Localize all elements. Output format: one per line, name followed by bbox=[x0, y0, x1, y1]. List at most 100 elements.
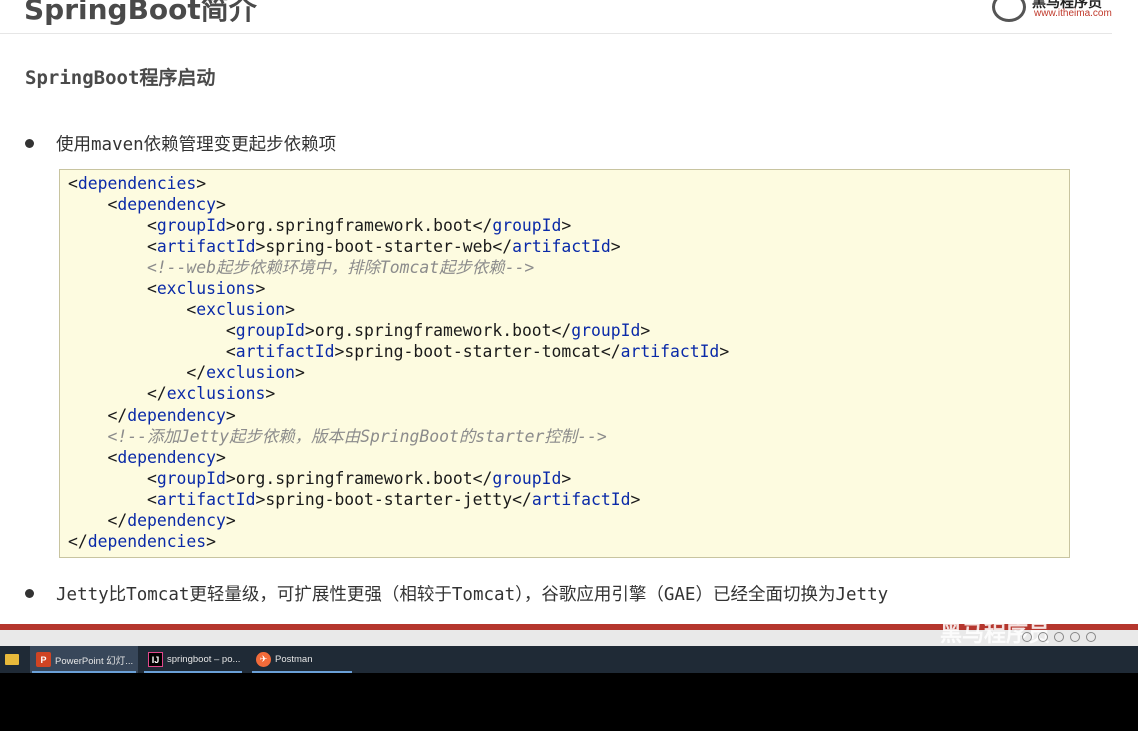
slide-title: SpringBoot简介 bbox=[24, 0, 257, 26]
taskbar-item-label: PowerPoint 幻灯... bbox=[55, 655, 134, 667]
taskbar-item-label: Postman bbox=[275, 654, 313, 665]
intellij-idea-icon: IJ bbox=[148, 652, 163, 667]
code-text: >spring-boot-starter-tomcat</ bbox=[334, 342, 621, 362]
code-text: </ bbox=[68, 531, 88, 551]
code-line: </exclusion> bbox=[68, 362, 729, 383]
code-line: <groupId>org.springframework.boot</group… bbox=[68, 468, 729, 489]
slide-menu-icon[interactable] bbox=[1054, 632, 1064, 642]
code-line: <artifactId>spring-boot-starter-tomcat</… bbox=[68, 341, 729, 362]
xml-tag-name: groupId bbox=[235, 321, 305, 341]
windows-taskbar: P PowerPoint 幻灯... IJ springboot – po...… bbox=[0, 646, 1138, 673]
code-text: > bbox=[640, 321, 651, 341]
xml-tag-name: artifactId bbox=[512, 237, 611, 257]
xml-tag-name: artifactId bbox=[620, 342, 720, 362]
xml-tag-name: artifactId bbox=[235, 342, 335, 362]
xml-tag-name: groupId bbox=[492, 468, 562, 488]
xml-tag-name: groupId bbox=[492, 216, 562, 236]
xml-tag-name: groupId bbox=[156, 216, 226, 236]
next-slide-icon[interactable] bbox=[1038, 632, 1048, 642]
code-text: </ bbox=[68, 405, 128, 425]
code-text: > bbox=[719, 342, 730, 362]
code-text: > bbox=[216, 447, 226, 467]
xml-tag-name: dependencies bbox=[77, 174, 197, 193]
xml-tag-name: groupId bbox=[571, 321, 641, 341]
zoom-icon[interactable] bbox=[1086, 632, 1096, 642]
code-text: < bbox=[68, 489, 157, 509]
code-text: > bbox=[225, 405, 236, 425]
code-line: <groupId>org.springframework.boot</group… bbox=[68, 320, 729, 341]
pen-tool-icon[interactable] bbox=[1070, 632, 1080, 642]
taskbar-item-intellij[interactable]: IJ springboot – po... bbox=[142, 646, 244, 673]
postman-icon: ✈ bbox=[256, 652, 271, 667]
code-text: >org.springframework.boot</ bbox=[225, 468, 493, 488]
code-text: >spring-boot-starter-jetty</ bbox=[255, 489, 532, 509]
code-text: < bbox=[68, 468, 157, 488]
code-text: >org.springframework.boot</ bbox=[304, 321, 572, 341]
xml-tag-name: groupId bbox=[156, 468, 226, 488]
code-text: >org.springframework.boot</ bbox=[225, 216, 493, 236]
bullet-text: Jetty比Tomcat更轻量级，可扩展性更强（相较于Tomcat），谷歌应用引… bbox=[56, 585, 889, 605]
xml-tag-name: exclusions bbox=[166, 384, 266, 404]
bullet-dot-icon bbox=[25, 138, 34, 148]
code-line: <!--web起步依赖环境中，排除Tomcat起步依赖--> bbox=[68, 257, 729, 278]
code-line: </exclusions> bbox=[68, 383, 729, 404]
code-text: > bbox=[196, 174, 207, 193]
xml-tag-name: exclusions bbox=[156, 279, 256, 299]
xml-tag-name: dependency bbox=[127, 405, 226, 425]
code-text: > bbox=[216, 195, 226, 215]
taskbar-item-powerpoint[interactable]: P PowerPoint 幻灯... bbox=[30, 646, 138, 673]
code-block: <dependencies> <dependency> <groupId>org… bbox=[59, 169, 1070, 558]
code-text: > bbox=[265, 384, 276, 404]
previous-slide-icon[interactable] bbox=[1022, 632, 1032, 642]
xml-tag-name: dependency bbox=[127, 510, 226, 530]
code-text: </ bbox=[68, 510, 128, 530]
code-line: </dependencies> bbox=[68, 531, 729, 552]
code-text: < bbox=[68, 195, 118, 215]
logo-url: www.itheima.com bbox=[1034, 8, 1112, 19]
code-text: </ bbox=[68, 384, 167, 404]
code-text: > bbox=[255, 279, 266, 299]
code-line: <dependencies> bbox=[68, 173, 729, 194]
code-text: </ bbox=[68, 363, 207, 383]
code-line: <exclusion> bbox=[68, 299, 729, 320]
slide-show-controls[interactable] bbox=[1022, 629, 1096, 645]
bullet-dot-icon bbox=[25, 588, 34, 598]
code-line: <artifactId>spring-boot-starter-web</art… bbox=[68, 236, 729, 257]
xml-tag-name: dependencies bbox=[87, 531, 207, 551]
code-text: < bbox=[68, 447, 118, 467]
powerpoint-icon: P bbox=[36, 652, 51, 667]
empty-screen-area bbox=[0, 673, 1138, 731]
xml-tag-name: exclusion bbox=[206, 363, 295, 383]
code-text: < bbox=[68, 174, 78, 193]
xml-comment: <!--web起步依赖环境中，排除Tomcat起步依赖--> bbox=[68, 258, 535, 278]
code-text: < bbox=[68, 321, 236, 341]
code-line: <dependency> bbox=[68, 194, 729, 215]
bullet-item-jetty: Jetty比Tomcat更轻量级，可扩展性更强（相较于Tomcat），谷歌应用引… bbox=[25, 581, 888, 606]
code-text: < bbox=[68, 279, 157, 299]
code-line: </dependency> bbox=[68, 405, 729, 426]
code-text: < bbox=[68, 237, 157, 257]
xml-tag-name: artifactId bbox=[156, 489, 256, 509]
code-line: <dependency> bbox=[68, 447, 729, 468]
xml-tag-name: dependency bbox=[117, 195, 217, 215]
taskbar-item-postman[interactable]: ✈ Postman bbox=[250, 646, 354, 673]
code-line: </dependency> bbox=[68, 510, 729, 531]
xml-tag-name: dependency bbox=[117, 447, 217, 467]
bullet-text: 使用maven依赖管理变更起步依赖项 bbox=[56, 135, 337, 155]
code-text: > bbox=[561, 468, 572, 488]
xml-tag-name: artifactId bbox=[531, 489, 631, 509]
code-text: > bbox=[630, 489, 641, 509]
folder-icon bbox=[5, 654, 19, 665]
slide-canvas: SpringBoot简介 黑马程序员 www.itheima.com Sprin… bbox=[0, 0, 1138, 646]
code-line: <!--添加Jetty起步依赖，版本由SpringBoot的starter控制-… bbox=[68, 426, 729, 447]
file-explorer-button[interactable] bbox=[0, 646, 24, 673]
xml-comment: <!--添加Jetty起步依赖，版本由SpringBoot的starter控制-… bbox=[68, 426, 607, 446]
code-text: > bbox=[294, 363, 305, 383]
company-logo: 黑马程序员 www.itheima.com bbox=[990, 0, 1138, 22]
code-text: > bbox=[225, 510, 236, 530]
xml-tag-name: artifactId bbox=[156, 237, 256, 257]
code-line: <artifactId>spring-boot-starter-jetty</a… bbox=[68, 489, 729, 510]
slide-subtitle: SpringBoot程序启动 bbox=[25, 67, 216, 89]
code-text: < bbox=[68, 216, 157, 236]
xml-tag-name: exclusion bbox=[196, 300, 286, 320]
